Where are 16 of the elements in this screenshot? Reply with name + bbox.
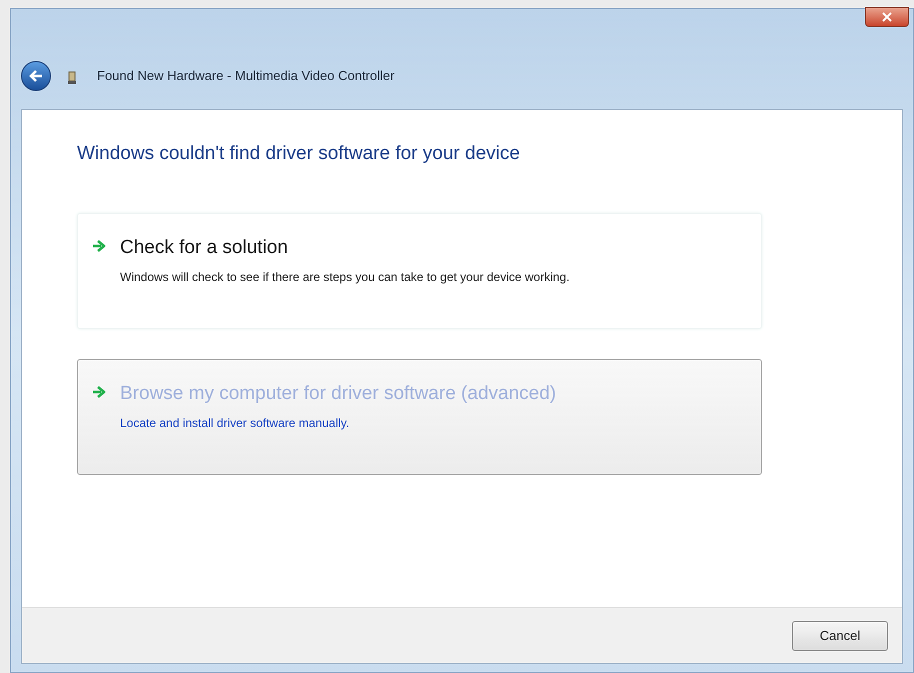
option-description: Windows will check to see if there are steps you can take to get your device working.	[120, 269, 570, 286]
option-title: Check for a solution	[120, 236, 289, 260]
window-title: Found New Hardware - Multimedia Video Controller	[97, 66, 394, 84]
close-button[interactable]	[865, 7, 909, 27]
arrow-icon	[92, 386, 106, 398]
back-button[interactable]	[21, 61, 51, 91]
option-link[interactable]: Check for a solution Windows will check to see if there are steps you can take to get your device working.	[77, 212, 762, 328]
dialog-heading: Windows couldn't find driver software for your device	[77, 142, 521, 166]
back-arrow-icon	[28, 69, 44, 83]
close-icon	[882, 12, 892, 22]
option-link[interactable]: Browse my computer for driver software (advanced) Locate and install driver software manually.	[77, 358, 762, 474]
cancel-button[interactable]: Cancel	[792, 620, 888, 650]
option-title: Browse my computer for driver software (advanced)	[120, 382, 556, 406]
hardware-icon	[67, 71, 77, 85]
option-description: Locate and install driver software manually.	[120, 415, 350, 432]
arrow-icon	[92, 240, 106, 252]
